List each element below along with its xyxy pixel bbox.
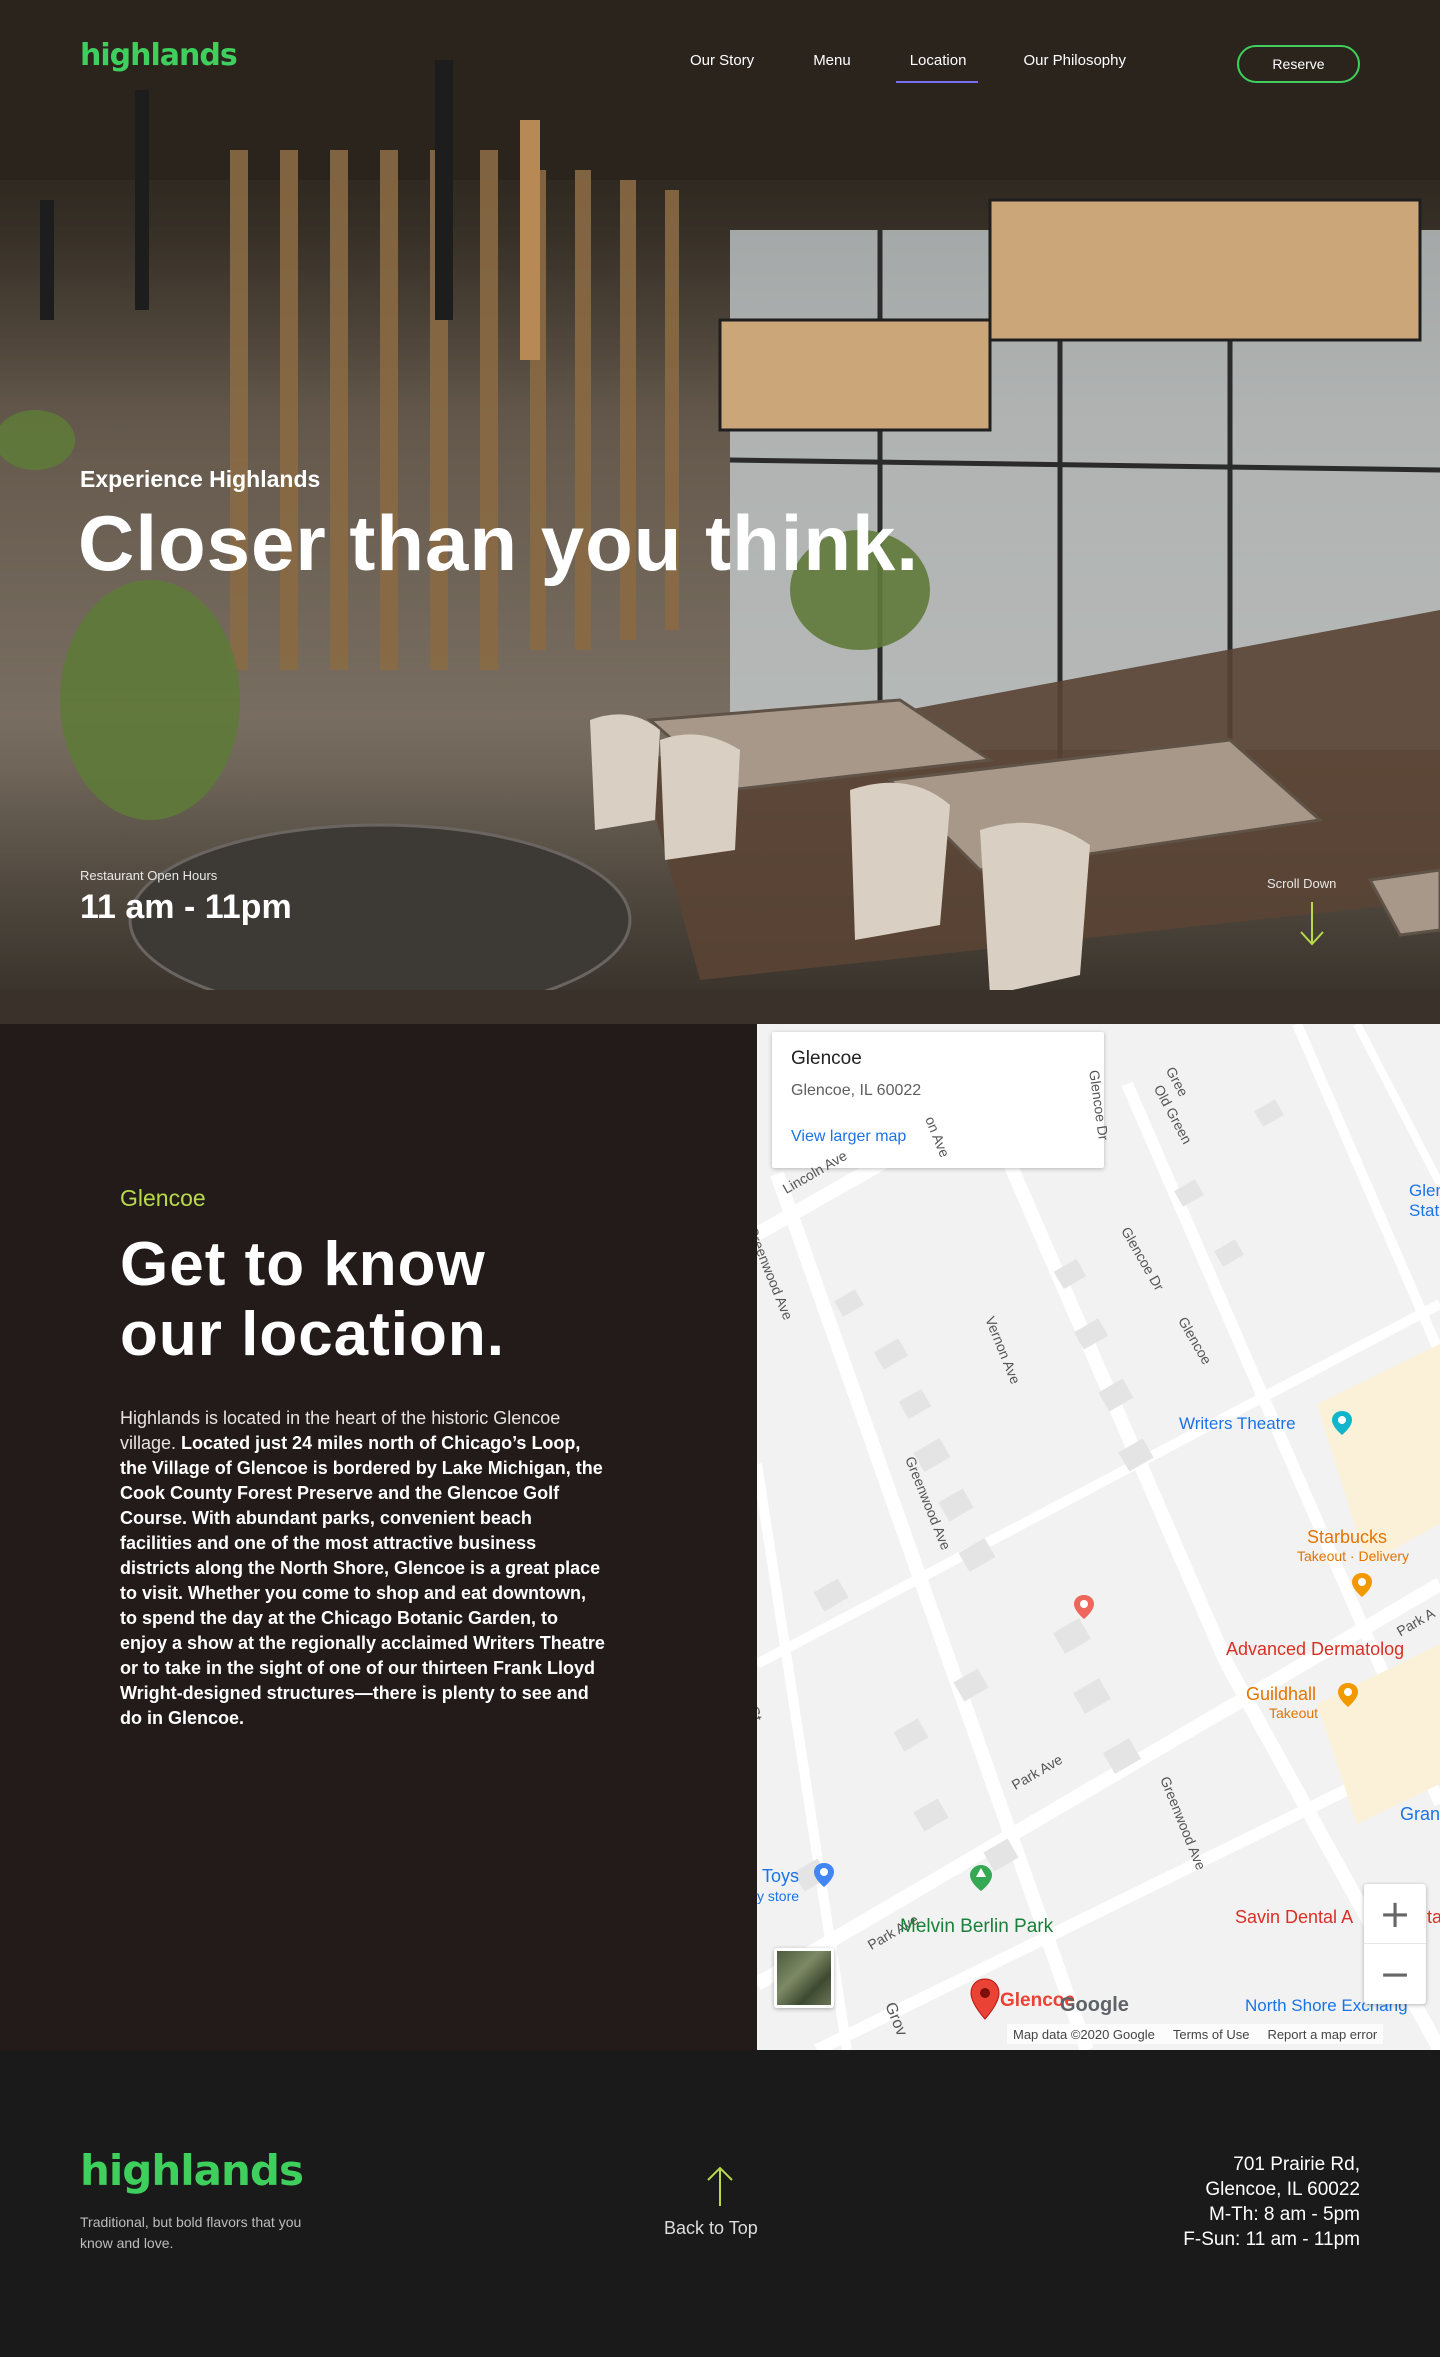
location-eyebrow: Glencoe	[120, 1185, 206, 1211]
place-label[interactable]: Glencoe	[1409, 1181, 1440, 1201]
hero-kicker: Experience Highlands	[80, 466, 321, 492]
hours-weekday: M-Th: 8 am - 5pm	[1209, 2204, 1360, 2225]
report-map-error-link[interactable]: Report a map error	[1267, 2027, 1377, 2042]
google-map[interactable]: Glencoe Glencoe Glencoe, IL 60022 View l…	[757, 1024, 1440, 2050]
arrow-up-icon[interactable]	[705, 2164, 735, 2208]
satellite-toggle[interactable]	[774, 1948, 834, 2008]
place-label[interactable]: Station	[1409, 1201, 1440, 1221]
open-hours-label: Restaurant Open Hours	[80, 868, 218, 883]
location-pin-icon[interactable]	[970, 1978, 1000, 2020]
place-label[interactable]: Toys	[762, 1866, 799, 1887]
location-description-body: Located just 24 miles north of Chicago’s…	[120, 1433, 605, 1728]
back-to-top-link[interactable]: Back to Top	[664, 2218, 758, 2239]
hero-headline: Closer than you think.	[78, 499, 920, 587]
place-label[interactable]: Guildhall	[1246, 1684, 1316, 1705]
terms-of-use-link[interactable]: Terms of Use	[1173, 2027, 1250, 2042]
location-description: Highlands is located in the heart of the…	[120, 1406, 605, 1731]
nav-our-philosophy[interactable]: Our Philosophy	[1023, 52, 1126, 69]
shop-pin-icon[interactable]	[813, 1862, 835, 1888]
park-pin-icon[interactable]	[969, 1864, 993, 1892]
nav-menu[interactable]: Menu	[813, 52, 851, 69]
location-section: Glencoe Get to know our location. Highla…	[0, 1024, 757, 2050]
reserve-button[interactable]: Reserve	[1237, 45, 1360, 83]
hero-section: highlands Our Story Menu Location Our Ph…	[0, 0, 1440, 1024]
location-title: Get to know our location.	[120, 1230, 505, 1370]
place-address: Glencoe, IL 60022	[791, 1082, 922, 1099]
google-logo: Google	[1060, 1994, 1129, 2016]
theatre-pin-icon[interactable]	[1331, 1410, 1353, 1436]
zoom-in-button[interactable]: +	[1364, 1884, 1426, 1944]
location-title-line2: our location.	[120, 1300, 505, 1369]
address-street: 701 Prairie Rd,	[1233, 2154, 1360, 2175]
place-sublabel: y store	[757, 1888, 800, 1904]
footer-address: 701 Prairie Rd, Glencoe, IL 60022 M-Th: …	[1183, 2152, 1360, 2252]
medical-pin-icon[interactable]	[1073, 1594, 1095, 1620]
cafe-pin-icon[interactable]	[1351, 1572, 1373, 1598]
address-city: Glencoe, IL 60022	[1205, 2179, 1360, 2200]
zoom-out-button[interactable]: −	[1364, 1944, 1426, 2004]
site-footer: highlands Traditional, but bold flavors …	[0, 2050, 1440, 2357]
nav-location[interactable]: Location	[895, 52, 979, 83]
footer-logo[interactable]: highlands	[80, 2146, 304, 2195]
open-hours-value: 11 am - 11pm	[80, 888, 292, 926]
map-attribution: Map data ©2020 Google Terms of Use Repor…	[1007, 2024, 1384, 2044]
place-label[interactable]: Melvin Berlin Park	[900, 1916, 1053, 1938]
place-sublabel: Takeout	[1269, 1705, 1319, 1721]
place-label[interactable]: Advanced Dermatolog	[1226, 1639, 1404, 1660]
hours-weekend: F-Sun: 11 am - 11pm	[1183, 2229, 1360, 2250]
place-sublabel: Takeout · Delivery	[1297, 1548, 1410, 1564]
zoom-control: + −	[1364, 1884, 1426, 2004]
main-nav: Our Story Menu Location Our Philosophy	[690, 52, 1126, 83]
place-label[interactable]: Writers Theatre	[1179, 1414, 1296, 1434]
footer-tagline: Traditional, but bold flavors that you k…	[80, 2214, 302, 2251]
scroll-down-label[interactable]: Scroll Down	[1267, 876, 1336, 891]
brand-logo[interactable]: highlands	[80, 38, 238, 73]
place-title: Glencoe	[791, 1048, 862, 1069]
place-label: ta	[1427, 1907, 1440, 1927]
nav-our-story[interactable]: Our Story	[690, 52, 754, 69]
place-label[interactable]: Savin Dental A	[1235, 1907, 1353, 1928]
place-label[interactable]: Gran	[1400, 1804, 1440, 1825]
map-data-credit: Map data ©2020 Google	[1013, 2026, 1155, 2042]
restaurant-pin-icon[interactable]	[1337, 1682, 1359, 1708]
location-title-line1: Get to know	[120, 1230, 486, 1299]
view-larger-map-link[interactable]: View larger map	[791, 1128, 906, 1146]
place-label[interactable]: Starbucks	[1307, 1527, 1387, 1548]
arrow-down-icon[interactable]	[1298, 900, 1326, 948]
